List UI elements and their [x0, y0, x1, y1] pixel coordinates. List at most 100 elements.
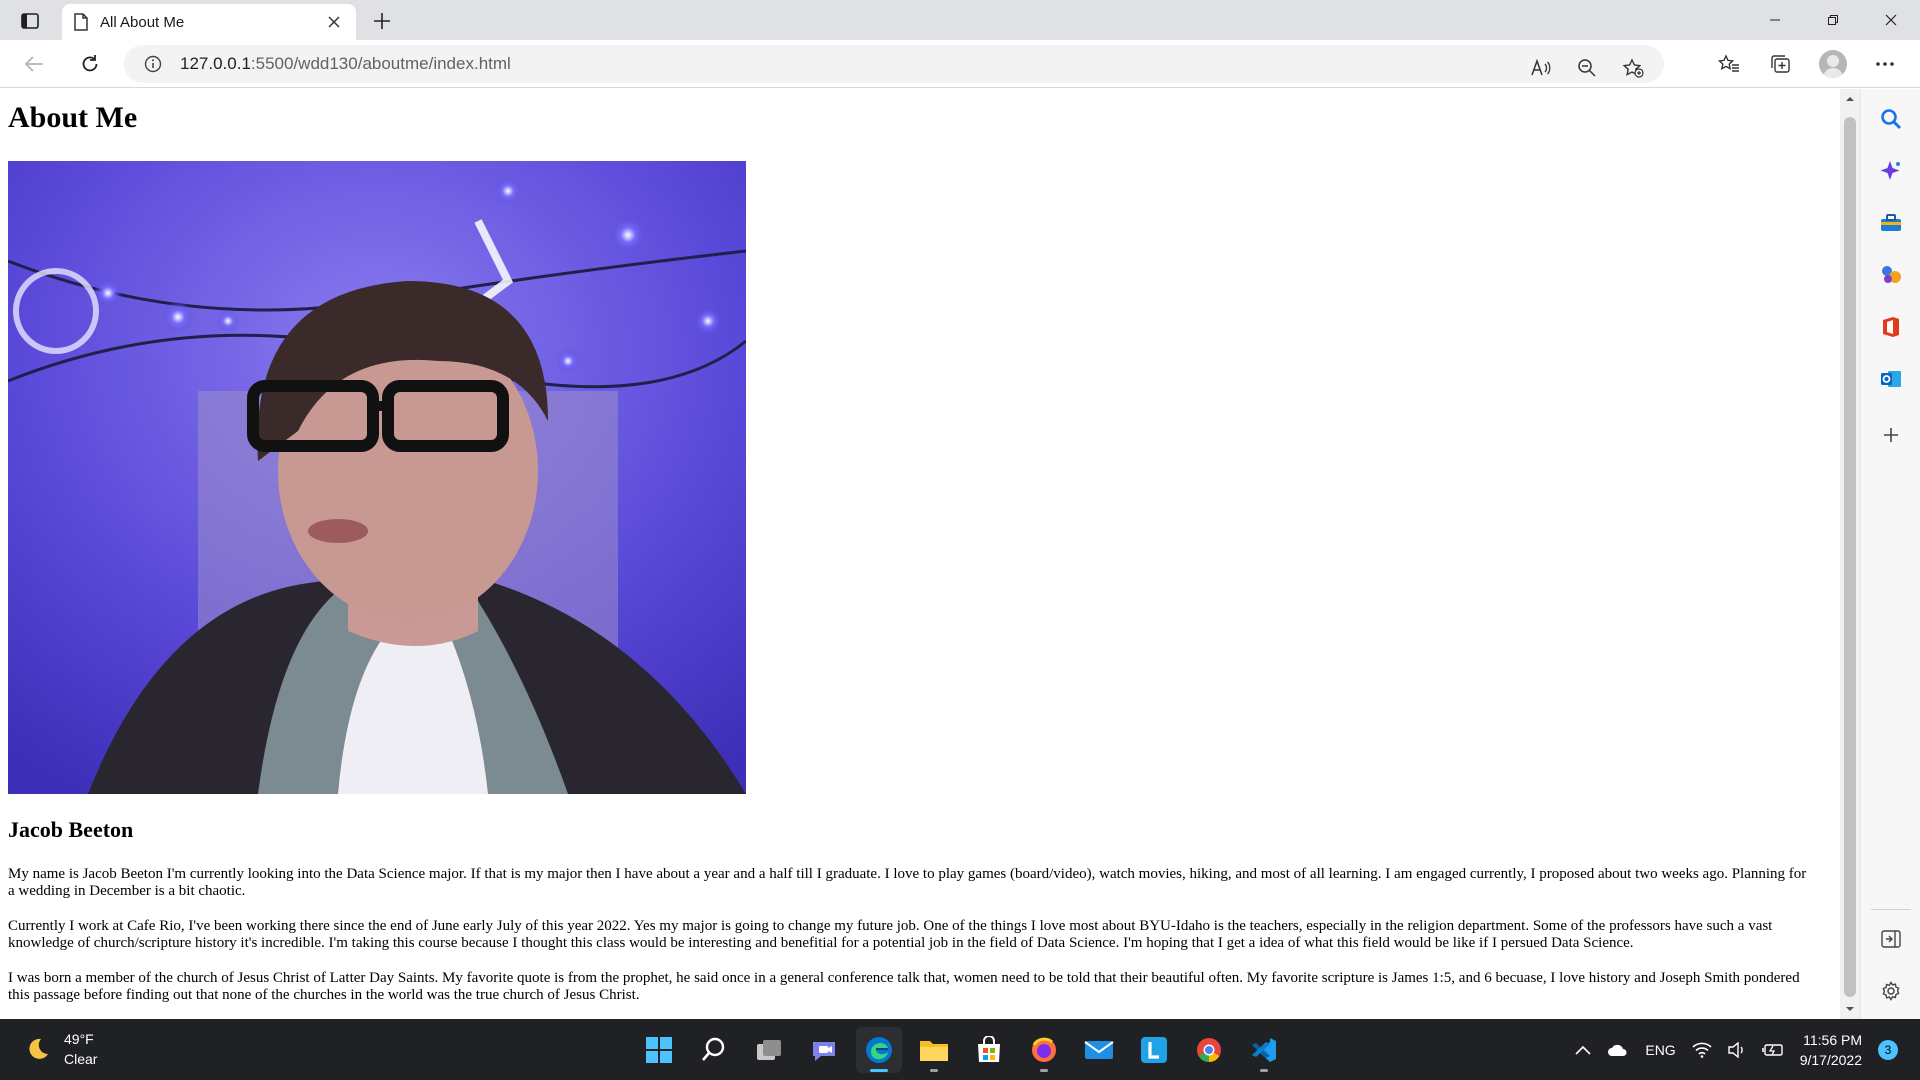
- sidebar-add-button[interactable]: [1875, 419, 1907, 451]
- file-explorer-app[interactable]: [911, 1027, 957, 1073]
- task-view-button[interactable]: [746, 1027, 792, 1073]
- vertical-scrollbar[interactable]: [1840, 89, 1860, 1019]
- close-window-button[interactable]: [1862, 0, 1920, 40]
- minimize-icon: [1770, 19, 1780, 21]
- window-controls: [1746, 0, 1920, 40]
- address-bar-actions: [1524, 52, 1650, 84]
- edge-app[interactable]: [856, 1027, 902, 1073]
- collections-button[interactable]: [1764, 48, 1798, 80]
- cloud-icon[interactable]: [1607, 1043, 1629, 1057]
- l-letter-icon: [1141, 1037, 1167, 1063]
- clock[interactable]: 11:56 PM 9/17/2022: [1800, 1030, 1862, 1070]
- sidebar-tools-button[interactable]: [1875, 207, 1907, 239]
- url-text: 127.0.0.1:5500/wdd130/aboutme/index.html: [180, 54, 511, 74]
- restore-button[interactable]: [1804, 0, 1862, 40]
- avatar: [1819, 50, 1847, 78]
- firefox-app[interactable]: [1021, 1027, 1067, 1073]
- sidebar-outlook-button[interactable]: [1875, 363, 1907, 395]
- page-title: About Me: [8, 101, 138, 134]
- navigation-bar: 127.0.0.1:5500/wdd130/aboutme/index.html: [0, 40, 1920, 88]
- back-button[interactable]: [18, 48, 50, 80]
- browser-tab[interactable]: All About Me: [62, 4, 356, 40]
- wifi-icon[interactable]: [1692, 1042, 1712, 1058]
- volume-icon[interactable]: [1728, 1041, 1746, 1058]
- sidebar-hide-button[interactable]: [1875, 923, 1907, 955]
- start-button[interactable]: [636, 1027, 682, 1073]
- tab-title: All About Me: [100, 13, 185, 31]
- moon-icon: [29, 1038, 48, 1059]
- weather-condition: Clear: [64, 1051, 98, 1067]
- add-favorite-icon: [1622, 58, 1644, 78]
- tab-actions-icon: [21, 13, 39, 29]
- profile-button[interactable]: [1816, 48, 1850, 80]
- browser-toolbar: [1712, 48, 1902, 80]
- sidebar-divider: [1871, 909, 1911, 910]
- teams-chat-button[interactable]: [801, 1027, 847, 1073]
- read-aloud-icon: [1531, 59, 1551, 76]
- taskbar: 49°F Clear ENG 11:56 PM 9/17/2022 3: [0, 1019, 1920, 1080]
- close-icon: [328, 16, 340, 28]
- lively-app[interactable]: [1131, 1027, 1177, 1073]
- zoom-out-button[interactable]: [1570, 52, 1604, 84]
- new-tab-button[interactable]: [364, 6, 400, 36]
- running-indicator: [1040, 1069, 1048, 1072]
- refresh-button[interactable]: [74, 48, 106, 80]
- address-bar[interactable]: 127.0.0.1:5500/wdd130/aboutme/index.html: [124, 45, 1664, 83]
- profile-photo: [8, 161, 746, 794]
- windows-icon: [646, 1037, 672, 1063]
- microsoft-store-app[interactable]: [966, 1027, 1012, 1073]
- games-icon: [1882, 266, 1901, 283]
- vscode-icon: [1252, 1038, 1276, 1062]
- plus-icon: [374, 13, 390, 29]
- office-icon: [1883, 317, 1899, 337]
- running-indicator: [930, 1069, 938, 1072]
- battery-icon[interactable]: [1761, 1043, 1784, 1057]
- chrome-app[interactable]: [1186, 1027, 1232, 1073]
- vscode-app[interactable]: [1241, 1027, 1287, 1073]
- notification-badge[interactable]: 3: [1878, 1039, 1898, 1060]
- sidebar-office-button[interactable]: [1875, 311, 1907, 343]
- read-aloud-button[interactable]: [1524, 52, 1558, 84]
- more-icon: [1876, 62, 1894, 66]
- url-path: :5500/wdd130/aboutme/index.html: [250, 54, 511, 73]
- collections-icon: [1771, 55, 1790, 73]
- sparkle-icon: [1880, 161, 1900, 180]
- bio-paragraph-2: Currently I work at Cafe Rio, I've been …: [8, 918, 1773, 951]
- sidebar-search-button[interactable]: [1875, 103, 1907, 135]
- task-view-icon: [757, 1040, 781, 1060]
- mail-app[interactable]: [1076, 1027, 1122, 1073]
- chevron-up-icon[interactable]: [1575, 1045, 1591, 1055]
- minimize-button[interactable]: [1746, 0, 1804, 40]
- panel-collapse-icon: [1881, 930, 1901, 948]
- system-tray: ENG 11:56 PM 9/17/2022 3: [1575, 1019, 1898, 1080]
- weather-temperature: 49°F: [64, 1031, 94, 1047]
- refresh-icon: [82, 55, 98, 72]
- plus-icon: [1884, 428, 1898, 442]
- gear-icon: [1882, 981, 1900, 1001]
- add-favorite-button[interactable]: [1616, 52, 1650, 84]
- close-tab-button[interactable]: [324, 12, 344, 32]
- back-arrow-icon: [24, 56, 43, 72]
- scrollbar-thumb[interactable]: [1844, 117, 1856, 997]
- taskbar-apps: [636, 1027, 1287, 1073]
- running-indicator: [1260, 1069, 1268, 1072]
- language-indicator[interactable]: ENG: [1645, 1042, 1675, 1058]
- tab-actions-button[interactable]: [12, 6, 48, 36]
- page-icon: [74, 13, 88, 31]
- url-host: 127.0.0.1: [180, 54, 251, 73]
- favorites-icon: [1718, 54, 1739, 72]
- bio-paragraph-3: I was born a member of the church of Jes…: [8, 970, 1800, 1003]
- mail-icon: [1084, 1041, 1114, 1059]
- favorites-button[interactable]: [1712, 48, 1746, 80]
- info-icon[interactable]: [144, 55, 162, 73]
- sidebar-games-button[interactable]: [1875, 259, 1907, 291]
- search-button[interactable]: [691, 1027, 737, 1073]
- close-icon: [1885, 14, 1897, 26]
- more-button[interactable]: [1868, 48, 1902, 80]
- weather-widget[interactable]: 49°F Clear: [24, 1029, 97, 1069]
- sidebar-settings-button[interactable]: [1875, 975, 1907, 1007]
- scroll-down-icon[interactable]: [1844, 1003, 1856, 1015]
- store-icon: [978, 1036, 1000, 1062]
- scroll-up-icon[interactable]: [1844, 93, 1856, 105]
- sidebar-discover-button[interactable]: [1875, 155, 1907, 187]
